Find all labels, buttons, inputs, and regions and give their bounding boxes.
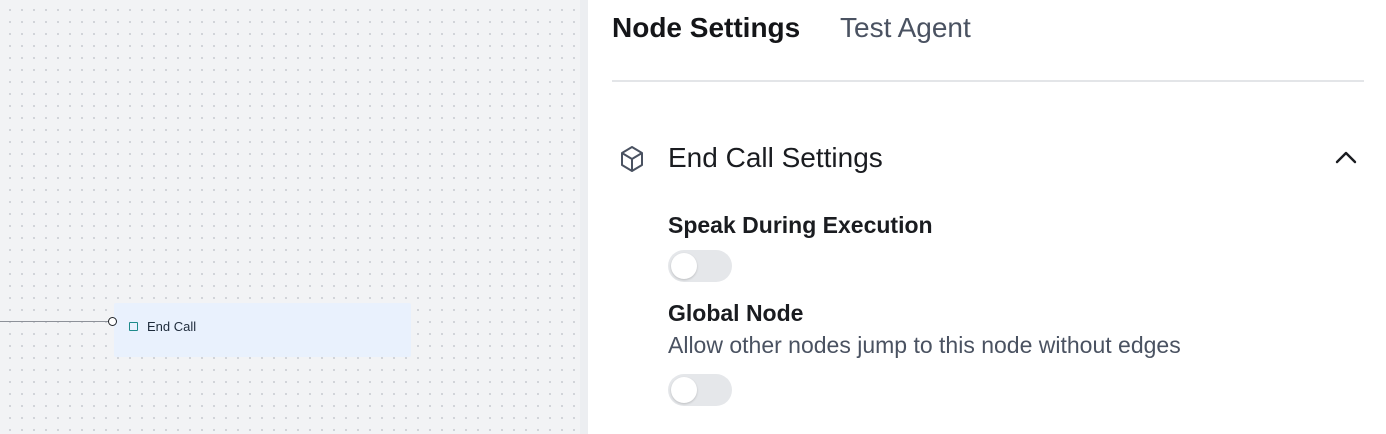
- edge-connection-handle[interactable]: [108, 317, 117, 326]
- speak-during-execution-label: Speak During Execution: [668, 212, 933, 238]
- panel-resize-divider[interactable]: [580, 0, 588, 434]
- toggle-knob: [671, 377, 697, 403]
- global-node-toggle[interactable]: [668, 374, 732, 406]
- settings-panel: Node Settings Test Agent End Call Settin…: [588, 0, 1386, 434]
- speak-during-execution-toggle[interactable]: [668, 250, 732, 282]
- chevron-up-icon[interactable]: [1334, 146, 1358, 170]
- global-node-label: Global Node: [668, 300, 804, 326]
- flow-edge[interactable]: [0, 321, 110, 322]
- section-title[interactable]: End Call Settings: [668, 142, 883, 174]
- toggle-knob: [671, 253, 697, 279]
- global-node-description: Allow other nodes jump to this node with…: [668, 332, 1181, 358]
- flow-canvas[interactable]: End Call: [0, 0, 580, 434]
- tab-node-settings[interactable]: Node Settings: [612, 12, 800, 44]
- tab-test-agent[interactable]: Test Agent: [840, 12, 971, 44]
- cube-icon: [618, 144, 646, 174]
- app-root: End Call Node Settings Test Agent End Ca…: [0, 0, 1386, 434]
- square-icon: [129, 322, 138, 331]
- end-call-node[interactable]: End Call: [114, 303, 411, 357]
- end-call-node-label: End Call: [147, 319, 197, 334]
- tabs-divider: [612, 80, 1364, 82]
